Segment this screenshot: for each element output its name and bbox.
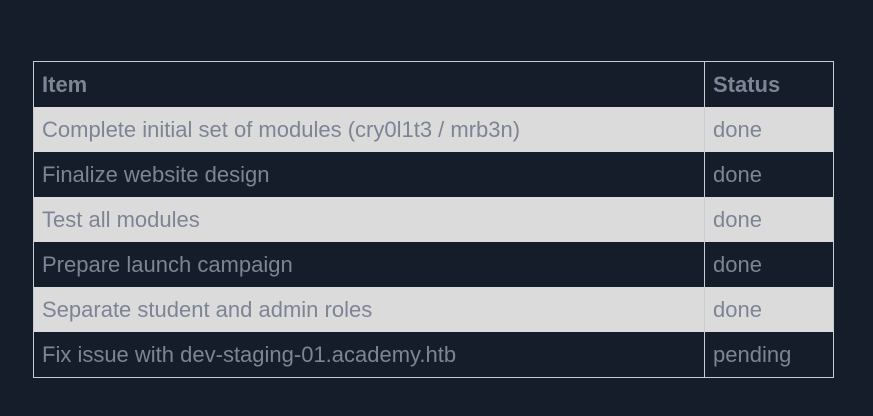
item-cell: Finalize website design [33, 152, 705, 197]
status-cell: done [704, 197, 834, 242]
item-cell: Prepare launch campaign [33, 242, 705, 287]
task-table: Item Status Complete initial set of modu… [33, 61, 834, 378]
item-cell: Test all modules [33, 197, 705, 242]
table-row: Test all modules done [33, 197, 834, 242]
status-column-header: Status [704, 61, 834, 107]
status-cell: done [704, 287, 834, 332]
table-row: Finalize website design done [33, 152, 834, 197]
status-cell: pending [704, 332, 834, 378]
status-cell: done [704, 152, 834, 197]
table-row: Complete initial set of modules (cry0l1t… [33, 107, 834, 152]
status-cell: done [704, 107, 834, 152]
table-header-row: Item Status [33, 61, 834, 107]
item-cell: Fix issue with dev-staging-01.academy.ht… [33, 332, 705, 378]
status-cell: done [704, 242, 834, 287]
table-row: Fix issue with dev-staging-01.academy.ht… [33, 332, 834, 378]
item-cell: Complete initial set of modules (cry0l1t… [33, 107, 705, 152]
table-row: Separate student and admin roles done [33, 287, 834, 332]
task-table-container: Item Status Complete initial set of modu… [33, 61, 834, 378]
table-row: Prepare launch campaign done [33, 242, 834, 287]
item-cell: Separate student and admin roles [33, 287, 705, 332]
item-column-header: Item [33, 61, 705, 107]
